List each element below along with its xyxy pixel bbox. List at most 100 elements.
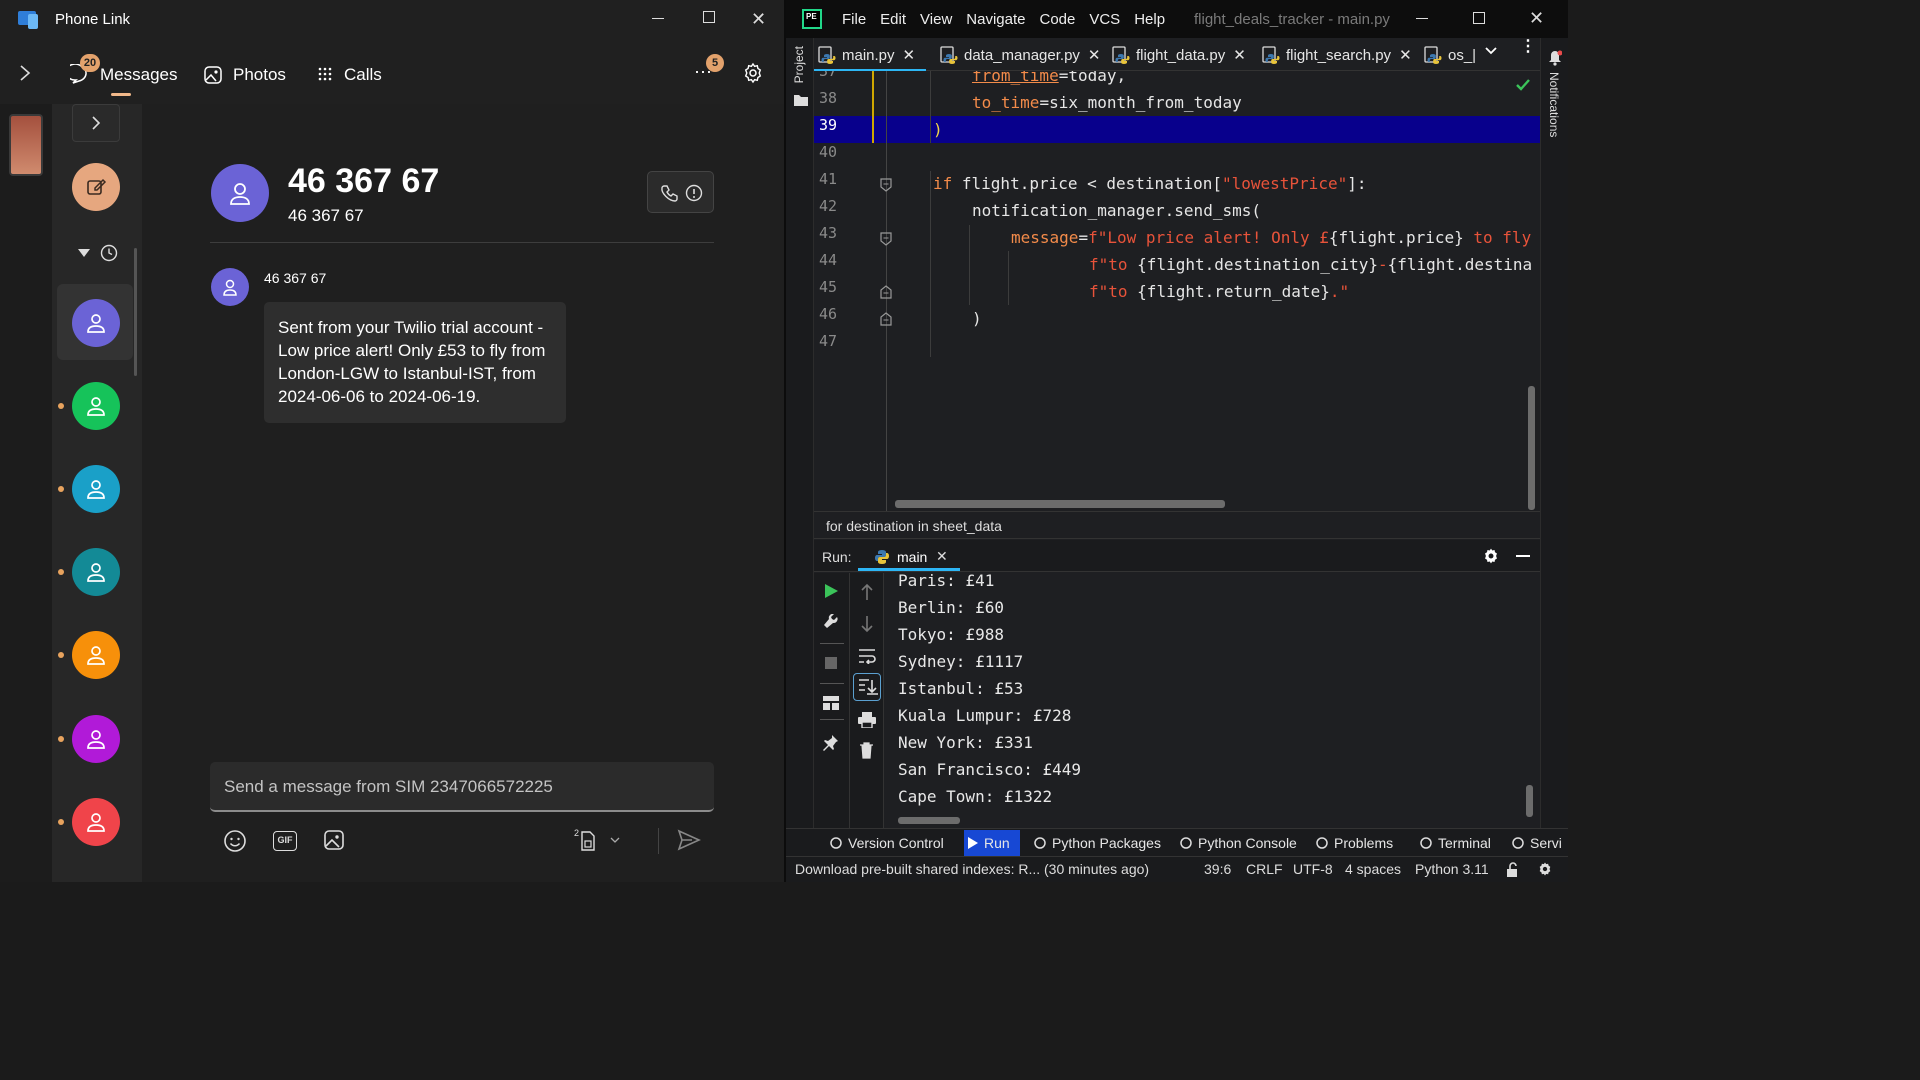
editor-tab[interactable]: os_| bbox=[1424, 40, 1476, 70]
soft-wrap-icon[interactable] bbox=[858, 648, 876, 664]
cursor-position[interactable]: 39:6 bbox=[1204, 861, 1231, 877]
bottom-tab-problems[interactable]: Problems bbox=[1316, 830, 1393, 856]
expand-list-button[interactable] bbox=[72, 104, 120, 142]
close-button[interactable]: ✕ bbox=[751, 9, 766, 30]
list-scrollbar[interactable] bbox=[134, 248, 137, 376]
notifications-bell-icon[interactable] bbox=[1548, 50, 1562, 66]
fold-marker-icon[interactable] bbox=[880, 178, 892, 192]
close-tab-icon[interactable]: ✕ bbox=[936, 548, 948, 565]
bottom-tab-python-console[interactable]: Python Console bbox=[1180, 830, 1297, 856]
python-interpreter[interactable]: Python 3.11 bbox=[1415, 861, 1489, 877]
editor-tab[interactable]: flight_search.py ✕ bbox=[1262, 40, 1412, 70]
clock-icon[interactable] bbox=[100, 244, 118, 262]
status-message[interactable]: Download pre-built shared indexes: R... … bbox=[795, 861, 1149, 877]
expand-nav-icon[interactable] bbox=[18, 64, 32, 82]
pin-icon[interactable] bbox=[823, 734, 839, 752]
run-console-output[interactable]: Paris: £41 Berlin: £60 Tokyo: £988 Sydney: … bbox=[884, 573, 1540, 828]
pycharm-title-bar: PE File Edit View Navigate Code VCS Help fligh… bbox=[786, 0, 1568, 38]
filter-dropdown-icon[interactable] bbox=[78, 248, 90, 258]
trash-icon[interactable] bbox=[859, 742, 874, 759]
settings-gear-icon[interactable] bbox=[742, 62, 764, 84]
menu-item-help[interactable]: Help bbox=[1134, 11, 1165, 28]
stop-icon[interactable] bbox=[825, 657, 837, 669]
project-tool-label[interactable]: Project bbox=[792, 46, 806, 83]
bottom-tab-run[interactable]: Run bbox=[964, 830, 1020, 856]
menu-item-code[interactable]: Code bbox=[1039, 11, 1075, 28]
problems-icon bbox=[1316, 837, 1328, 849]
bottom-tab-servi[interactable]: Servi bbox=[1512, 830, 1562, 856]
print-icon[interactable] bbox=[858, 712, 876, 728]
rerun-play-icon[interactable] bbox=[824, 584, 838, 598]
line-separator[interactable]: CRLF bbox=[1246, 861, 1283, 877]
layout-icon[interactable] bbox=[823, 696, 839, 710]
fold-marker-icon[interactable] bbox=[880, 285, 892, 299]
inspection-ok-check-icon[interactable] bbox=[1516, 79, 1530, 91]
close-tab-icon[interactable]: ✕ bbox=[1088, 46, 1101, 64]
send-icon[interactable] bbox=[677, 829, 701, 851]
close-button[interactable]: ✕ bbox=[1529, 8, 1544, 29]
image-attach-icon[interactable] bbox=[323, 829, 345, 851]
code-string: f"Low price alert! Only £ bbox=[1088, 228, 1329, 247]
call-info-button[interactable] bbox=[647, 171, 714, 213]
indent-setting[interactable]: 4 spaces bbox=[1345, 861, 1401, 877]
unlock-icon[interactable] bbox=[1506, 862, 1520, 878]
menu-item-view[interactable]: View bbox=[920, 11, 952, 28]
run-tab-main[interactable]: main ✕ bbox=[858, 540, 960, 572]
close-tab-icon[interactable]: ✕ bbox=[903, 46, 916, 64]
message-bubble[interactable]: Sent from your Twilio trial account - Lo… bbox=[264, 302, 566, 423]
conversation-avatar[interactable] bbox=[72, 631, 120, 679]
minimize-button[interactable] bbox=[1416, 18, 1428, 19]
file-encoding[interactable]: UTF-8 bbox=[1293, 861, 1333, 877]
folder-icon[interactable] bbox=[794, 94, 808, 106]
maximize-button[interactable] bbox=[1473, 12, 1485, 24]
close-tab-icon[interactable]: ✕ bbox=[1233, 46, 1246, 64]
menu-item-edit[interactable]: Edit bbox=[880, 11, 906, 28]
message-input[interactable]: Send a message from SIM 2347066572225 bbox=[210, 762, 714, 812]
editor-horizontal-scrollbar[interactable] bbox=[895, 500, 1225, 508]
bottom-tab-version-control[interactable]: Version Control bbox=[830, 830, 944, 856]
editor-tab[interactable]: data_manager.py ✕ bbox=[940, 40, 1101, 70]
conversation-avatar[interactable] bbox=[72, 465, 120, 513]
new-message-button[interactable] bbox=[72, 163, 120, 211]
run-settings-gear-icon[interactable] bbox=[1482, 547, 1500, 565]
bottom-tab-python-packages[interactable]: Python Packages bbox=[1034, 830, 1161, 856]
code-editor[interactable]: 37 38 39 40 41 42 43 44 45 46 47 from_time=today, … bbox=[814, 71, 1540, 511]
code-line-37: from_time=today, bbox=[972, 71, 1126, 89]
console-vertical-scrollbar[interactable] bbox=[1526, 785, 1533, 817]
fold-marker-icon[interactable] bbox=[880, 232, 892, 246]
active-tab-indicator bbox=[111, 93, 131, 96]
gif-icon[interactable]: GIF bbox=[273, 831, 297, 851]
editor-tab[interactable]: main.py ✕ bbox=[814, 40, 926, 72]
console-horizontal-scrollbar[interactable] bbox=[898, 817, 960, 824]
bottom-tab-terminal[interactable]: Terminal bbox=[1420, 830, 1491, 856]
menu-item-file[interactable]: File bbox=[842, 11, 866, 28]
fold-marker-icon[interactable] bbox=[880, 312, 892, 326]
scroll-up-arrow-icon[interactable] bbox=[860, 583, 874, 601]
editor-options-icon[interactable]: ⋮ bbox=[1520, 39, 1536, 55]
menu-item-vcs[interactable]: VCS bbox=[1089, 11, 1120, 28]
minimize-panel-icon[interactable] bbox=[1516, 555, 1530, 557]
person-icon bbox=[87, 730, 105, 749]
editor-vertical-scrollbar[interactable] bbox=[1528, 386, 1535, 510]
conversation-avatar[interactable] bbox=[72, 715, 120, 763]
notifications-tool-label[interactable]: Notifications bbox=[1547, 72, 1561, 137]
maximize-button[interactable] bbox=[703, 11, 715, 23]
settings-gear-icon[interactable] bbox=[1537, 861, 1553, 877]
editor-tab[interactable]: flight_data.py ✕ bbox=[1112, 40, 1246, 70]
info-icon bbox=[685, 184, 703, 202]
phone-wallpaper-thumbnail[interactable] bbox=[9, 114, 43, 176]
status-bar: Download pre-built shared indexes: R... … bbox=[786, 856, 1568, 882]
conversation-avatar[interactable] bbox=[72, 382, 120, 430]
close-tab-icon[interactable]: ✕ bbox=[1399, 46, 1412, 64]
tabs-overflow-chevron-icon[interactable] bbox=[1484, 46, 1498, 56]
emoji-icon[interactable] bbox=[223, 829, 247, 853]
conversation-avatar[interactable] bbox=[72, 798, 120, 846]
breadcrumb[interactable]: for destination in sheet_data bbox=[814, 511, 1540, 539]
scroll-down-arrow-icon[interactable] bbox=[860, 615, 874, 633]
conversation-avatar[interactable] bbox=[72, 548, 120, 596]
menu-item-navigate[interactable]: Navigate bbox=[966, 11, 1025, 28]
minimize-button[interactable] bbox=[652, 18, 664, 19]
wrench-icon[interactable] bbox=[823, 614, 839, 630]
conversation-avatar[interactable] bbox=[72, 299, 120, 347]
scroll-to-end-button[interactable] bbox=[853, 673, 881, 701]
